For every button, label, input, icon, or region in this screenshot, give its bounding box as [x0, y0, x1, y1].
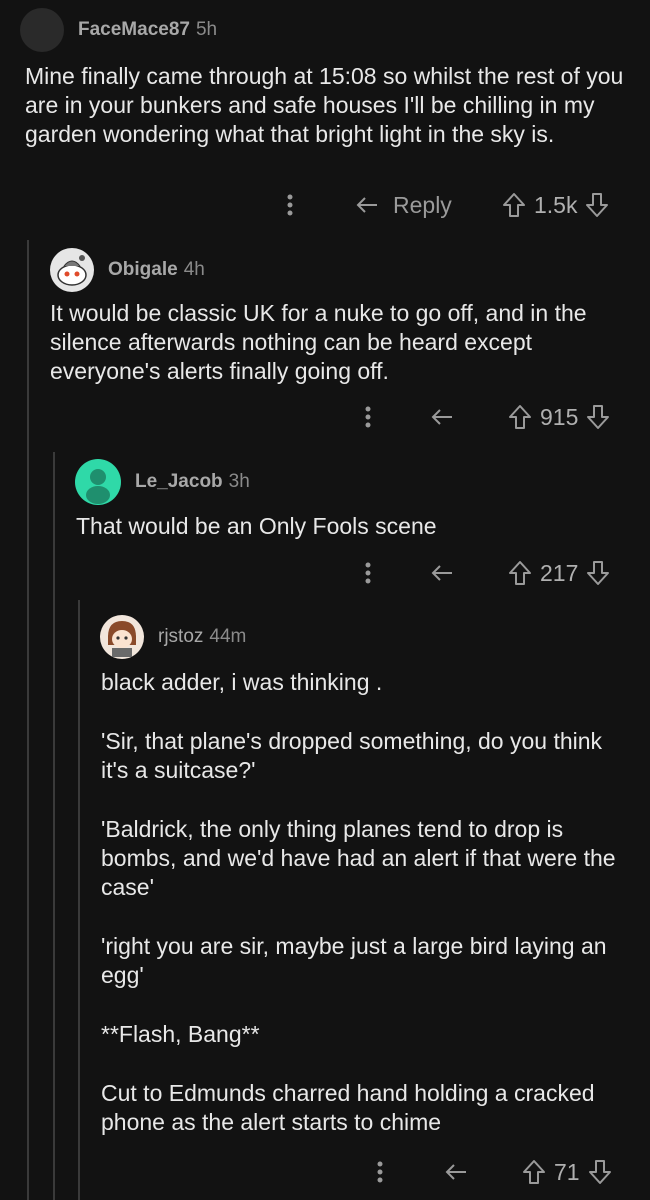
more-options-icon[interactable]	[364, 561, 372, 585]
comment-age: 3h	[228, 471, 250, 492]
reply-button[interactable]	[444, 1162, 470, 1182]
reply-button[interactable]	[430, 563, 456, 583]
reply-button[interactable]	[430, 407, 456, 427]
comment-paragraph: black adder, i was thinking .	[101, 669, 383, 695]
more-options-icon[interactable]	[376, 1160, 384, 1184]
comment-header: Obigale 4h	[50, 248, 205, 292]
comment-paragraph: **Flash, Bang**	[101, 1021, 260, 1047]
comment-body: black adder, i was thinking . 'Sir, that…	[101, 668, 631, 1137]
comment-body: It would be classic UK for a nuke to go …	[50, 299, 625, 386]
reply-icon	[431, 409, 452, 425]
comment-age: 5h	[195, 19, 218, 40]
vote-score: 1.5k	[534, 191, 578, 218]
vote-score: 217	[540, 559, 579, 586]
more-options-icon[interactable]	[286, 193, 294, 217]
downvote-icon[interactable]	[586, 404, 610, 430]
upvote-icon[interactable]	[502, 192, 526, 218]
username[interactable]: FaceMace87	[78, 19, 190, 41]
vote-score: 71	[554, 1158, 580, 1185]
reply-icon	[445, 1164, 466, 1180]
upvote-icon[interactable]	[508, 404, 532, 430]
more-options-icon[interactable]	[364, 405, 372, 429]
comment-actions: Reply 1.5k	[0, 185, 650, 225]
username[interactable]: Obigale	[108, 259, 178, 281]
downvote-icon[interactable]	[586, 560, 610, 586]
reply-button[interactable]: Reply	[355, 192, 452, 219]
comment-paragraph: 'Baldrick, the only thing planes tend to…	[101, 816, 616, 900]
upvote-icon[interactable]	[522, 1159, 546, 1185]
comment-age: 4h	[183, 259, 205, 280]
thread-line	[27, 240, 29, 1200]
comment-header: Le_Jacob 3h	[75, 459, 250, 505]
downvote-icon[interactable]	[588, 1159, 612, 1185]
avatar[interactable]	[75, 459, 121, 505]
reply-icon	[431, 565, 452, 581]
username[interactable]: rjstoz	[158, 626, 203, 648]
comment-actions: 915	[0, 397, 650, 437]
comment-paragraph: It would be classic UK for a nuke to go …	[50, 300, 587, 384]
vote-controls: 1.5k	[502, 192, 609, 219]
comment-body: Mine finally came through at 15:08 so wh…	[25, 62, 625, 149]
reply-icon	[356, 197, 377, 213]
vote-controls: 71	[522, 1159, 612, 1186]
vote-controls: 915	[508, 404, 610, 431]
comment-paragraph: 'Sir, that plane's dropped something, do…	[101, 728, 603, 783]
comment-age: 44m	[209, 626, 247, 647]
comment-actions: 71	[0, 1152, 650, 1192]
avatar[interactable]	[100, 615, 144, 659]
reply-label: Reply	[393, 191, 452, 218]
username[interactable]: Le_Jacob	[135, 471, 223, 493]
comment-header: FaceMace87 5h	[20, 8, 218, 52]
comment-header: rjstoz 44m	[100, 615, 247, 659]
comment-body: That would be an Only Fools scene	[76, 512, 626, 541]
downvote-icon[interactable]	[585, 192, 609, 218]
comment-actions: 217	[0, 553, 650, 593]
vote-score: 915	[540, 403, 579, 430]
comment-paragraph: Cut to Edmunds charred hand holding a cr…	[101, 1080, 595, 1135]
comment-paragraph: 'right you are sir, maybe just a large b…	[101, 933, 607, 988]
upvote-icon[interactable]	[508, 560, 532, 586]
vote-controls: 217	[508, 560, 610, 587]
comment-paragraph: That would be an Only Fools scene	[76, 513, 437, 539]
thread-line	[78, 600, 80, 1200]
avatar[interactable]	[50, 248, 94, 292]
comment-paragraph: Mine finally came through at 15:08 so wh…	[25, 63, 624, 147]
avatar[interactable]	[20, 8, 64, 52]
